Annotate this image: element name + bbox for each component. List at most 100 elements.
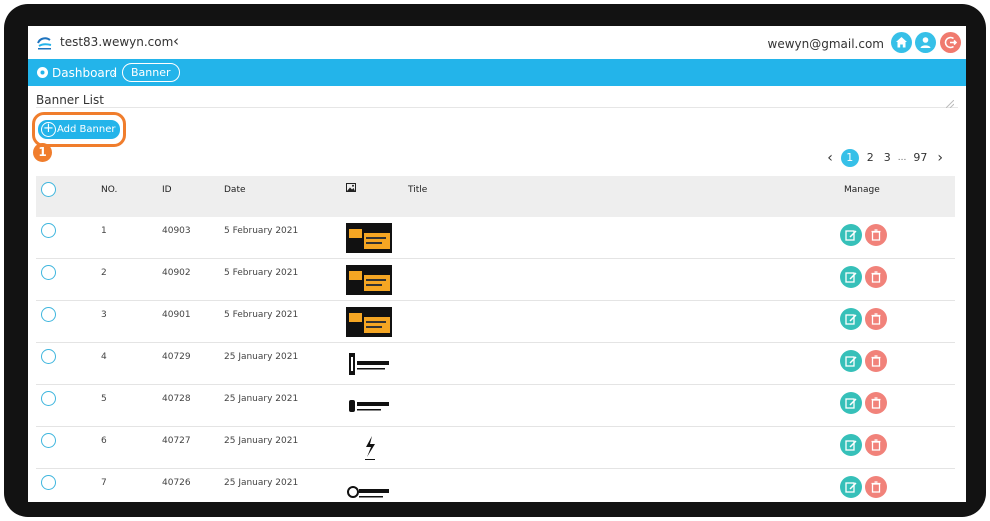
trash-icon [871,439,881,451]
resize-handle-icon [946,100,954,108]
page-1[interactable]: 1 [840,149,859,167]
edit-button[interactable] [840,308,862,330]
row-date: 25 January 2021 [224,394,299,404]
select-all-checkbox[interactable] [41,182,56,197]
user-email: wewyn@gmail.com [767,37,885,51]
edit-icon [845,314,857,325]
page-title: Banner List [36,93,104,107]
row-id: 40903 [162,226,191,236]
company-logo-thumbnail [346,391,392,421]
title-divider [36,107,958,108]
app-screen: test83.wewyn.com ‹ wewyn@gmail.com Dashb… [28,26,966,502]
row-no: 5 [101,394,107,404]
table-row: 5 40728 25 January 2021 [36,385,955,427]
profile-button[interactable] [915,32,936,53]
company-logo-thumbnail [346,349,392,379]
page-2[interactable]: 2 [862,149,879,167]
edit-button[interactable] [840,224,862,246]
add-banner-highlight: + Add Banner [32,112,126,147]
edit-icon [845,398,857,409]
col-manage: Manage [844,185,880,195]
edit-icon [845,230,857,241]
site-name: test83.wewyn.com [60,35,174,49]
edit-icon [845,356,857,367]
delete-button[interactable] [865,308,887,330]
delete-button[interactable] [865,476,887,498]
logout-icon [944,36,958,49]
edit-button[interactable] [840,266,862,288]
breadcrumb: Dashboard › Banner [28,59,966,86]
pagination: ‹ 1 2 3 ... 97 › [822,149,948,167]
row-no: 4 [101,352,107,362]
image-icon [346,183,356,192]
row-id: 40726 [162,478,191,488]
breadcrumb-current: Banner [122,63,180,82]
home-button[interactable] [891,32,912,53]
col-title: Title [408,185,428,195]
collapse-sidebar-icon[interactable]: ‹ [173,32,179,50]
table-row: 4 40729 25 January 2021 [36,343,955,385]
edit-button[interactable] [840,434,862,456]
col-id: ID [162,185,172,195]
step-badge: 1 [33,143,52,162]
trash-icon [871,313,881,325]
trash-icon [871,229,881,241]
row-actions [840,224,888,246]
edit-button[interactable] [840,350,862,372]
row-no: 6 [101,436,107,446]
row-checkbox[interactable] [41,391,56,406]
row-checkbox[interactable] [41,307,56,322]
edit-icon [845,482,857,493]
page-last[interactable]: 97 [908,149,932,167]
site-logo-icon [37,37,52,50]
row-actions [840,392,888,414]
row-checkbox[interactable] [41,433,56,448]
trash-icon [871,271,881,283]
top-bar: test83.wewyn.com ‹ wewyn@gmail.com [28,26,966,59]
row-no: 2 [101,268,107,278]
page-3[interactable]: 3 [879,149,896,167]
delete-button[interactable] [865,224,887,246]
breadcrumb-dashboard-link[interactable]: Dashboard [52,66,117,80]
row-date: 25 January 2021 [224,478,299,488]
table-row: 6 40727 25 January 2021 [36,427,955,469]
delete-button[interactable] [865,434,887,456]
table-row: 3 40901 5 February 2021 [36,301,955,343]
delete-button[interactable] [865,266,887,288]
table-row: 7 40726 25 January 2021 [36,469,955,502]
edit-icon [845,440,857,451]
plus-icon: + [41,122,56,137]
edit-button[interactable] [840,392,862,414]
add-banner-button[interactable]: + Add Banner [38,120,120,139]
breadcrumb-separator: › [112,65,117,79]
trash-icon [871,481,881,493]
delete-button[interactable] [865,350,887,372]
row-actions [840,266,888,288]
next-page-icon[interactable]: › [932,149,948,167]
banner-thumbnail [346,307,392,337]
col-no: NO. [101,185,118,195]
prev-page-icon[interactable]: ‹ [822,149,838,167]
row-checkbox[interactable] [41,475,56,490]
row-no: 1 [101,226,107,236]
table-row: 2 40902 5 February 2021 [36,259,955,301]
row-checkbox[interactable] [41,223,56,238]
row-id: 40902 [162,268,191,278]
delete-button[interactable] [865,392,887,414]
row-actions [840,308,888,330]
row-checkbox[interactable] [41,265,56,280]
edit-button[interactable] [840,476,862,498]
banner-thumbnail [346,223,392,253]
dashboard-gear-icon [37,67,48,78]
row-date: 25 January 2021 [224,436,299,446]
row-actions [840,476,888,498]
table-row: 1 40903 5 February 2021 [36,217,955,259]
row-checkbox[interactable] [41,349,56,364]
row-no: 3 [101,310,107,320]
logout-button[interactable] [940,32,961,53]
banner-thumbnail [346,265,392,295]
row-id: 40727 [162,436,191,446]
add-banner-label: Add Banner [57,124,116,135]
row-id: 40901 [162,310,191,320]
edit-icon [845,272,857,283]
